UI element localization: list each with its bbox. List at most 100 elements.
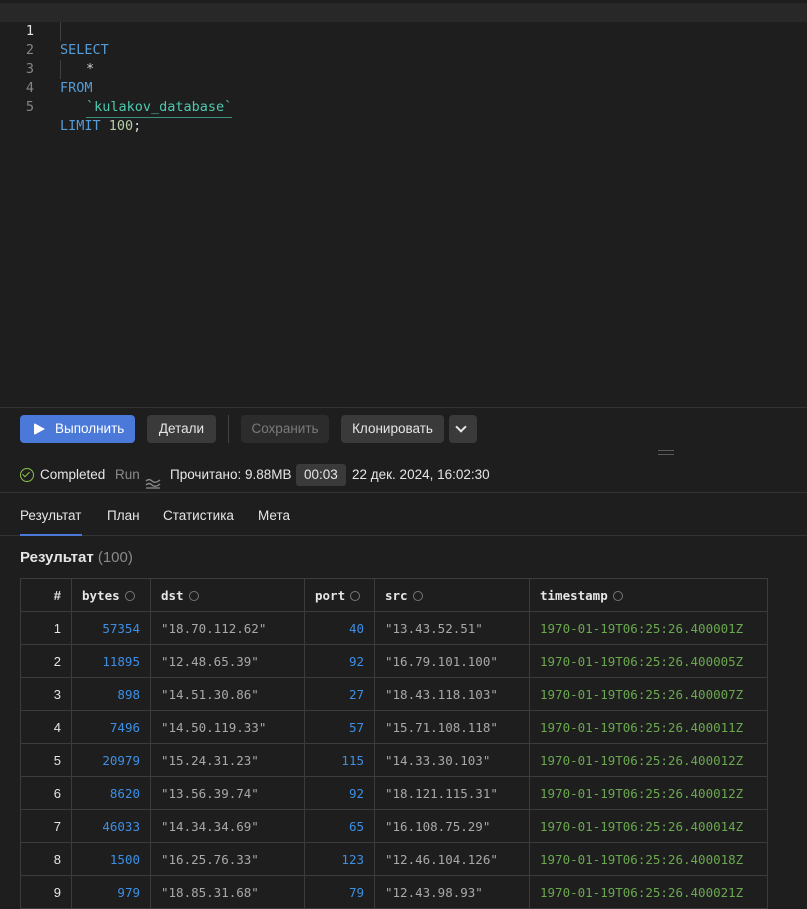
cell-bytes[interactable]: 898 (71, 677, 151, 711)
cell-port[interactable]: 40 (304, 611, 375, 645)
cell-src[interactable]: "12.43.98.93" (374, 875, 530, 909)
info-icon[interactable] (188, 590, 199, 601)
editor-line[interactable]: 5 LIMIT 100; (0, 79, 807, 134)
cell-src[interactable]: "12.46.104.126" (374, 842, 530, 876)
cell-port[interactable]: 27 (304, 677, 375, 711)
cell-port[interactable]: 92 (304, 776, 375, 810)
cell-dst[interactable]: "13.56.39.74" (150, 776, 305, 810)
cell-timestamp[interactable]: 1970-01-19T06:25:26.400005Z (529, 644, 768, 678)
cell-port[interactable]: 65 (304, 809, 375, 843)
clone-button[interactable]: Клонировать (341, 415, 444, 443)
cell-index[interactable]: 1 (20, 611, 72, 645)
table-row[interactable]: 2 11895 "12.48.65.39" 92 "16.79.101.100" 1970… (20, 644, 768, 678)
sql-limit-clause: LIMIT 100; (60, 117, 141, 136)
info-icon[interactable] (124, 590, 135, 601)
tab-meta[interactable]: Мета (258, 500, 290, 536)
play-icon (34, 423, 45, 435)
cell-timestamp[interactable]: 1970-01-19T06:25:26.400001Z (529, 611, 768, 645)
cell-bytes[interactable]: 20979 (71, 743, 151, 777)
cell-bytes[interactable]: 8620 (71, 776, 151, 810)
cell-dst[interactable]: "14.34.34.69" (150, 809, 305, 843)
table-row[interactable]: 8 1500 "16.25.76.33" 123 "12.46.104.126" 1970… (20, 842, 768, 876)
table-row[interactable]: 3 898 "14.51.30.86" 27 "18.43.118.103" 1970-0… (20, 677, 768, 711)
cell-port[interactable]: 123 (304, 842, 375, 876)
cell-timestamp[interactable]: 1970-01-19T06:25:26.400012Z (529, 743, 768, 777)
info-icon[interactable] (412, 590, 423, 601)
cell-dst[interactable]: "14.50.119.33" (150, 710, 305, 744)
cell-port[interactable]: 79 (304, 875, 375, 909)
cell-bytes[interactable]: 1500 (71, 842, 151, 876)
table-row[interactable]: 1 57354 "18.70.112.62" 40 "13.43.52.51" 1970-… (20, 611, 768, 645)
cell-src[interactable]: "16.108.75.29" (374, 809, 530, 843)
cell-timestamp[interactable]: 1970-01-19T06:25:26.400018Z (529, 842, 768, 876)
cell-index[interactable]: 2 (20, 644, 72, 678)
cell-timestamp[interactable]: 1970-01-19T06:25:26.400021Z (529, 875, 768, 909)
cell-timestamp[interactable]: 1970-01-19T06:25:26.400007Z (529, 677, 768, 711)
cell-index[interactable]: 8 (20, 842, 72, 876)
cell-bytes[interactable]: 7496 (71, 710, 151, 744)
cell-src[interactable]: "15.71.108.118" (374, 710, 530, 744)
cell-bytes[interactable]: 11895 (71, 644, 151, 678)
query-toolbar: Выполнить Детали Сохранить Клонировать (0, 407, 807, 449)
cell-index[interactable]: 7 (20, 809, 72, 843)
more-options-button[interactable] (449, 415, 477, 443)
cell-timestamp[interactable]: 1970-01-19T06:25:26.400014Z (529, 809, 768, 843)
column-header-bytes[interactable]: bytes (71, 578, 151, 612)
cell-bytes[interactable]: 57354 (71, 611, 151, 645)
cell-index[interactable]: 9 (20, 875, 72, 909)
cell-port[interactable]: 115 (304, 743, 375, 777)
sql-keyword: LIMIT (60, 118, 101, 134)
column-header-src[interactable]: src (374, 578, 530, 612)
info-icon[interactable] (350, 590, 361, 601)
table-row[interactable]: 6 8620 "13.56.39.74" 92 "18.121.115.31" 1970-… (20, 776, 768, 810)
cell-dst[interactable]: "15.24.31.23" (150, 743, 305, 777)
status-state: Completed (40, 467, 106, 482)
cell-src[interactable]: "18.121.115.31" (374, 776, 530, 810)
sql-editor[interactable]: 1 SELECT 2 * 3 FROM 4 `kulakov_database`… (0, 0, 807, 407)
column-header-timestamp[interactable]: timestamp (529, 578, 768, 612)
cell-dst[interactable]: "14.51.30.86" (150, 677, 305, 711)
stats-wave-icon[interactable] (145, 468, 161, 489)
status-read-bytes: Прочитано: 9.88MB (170, 467, 292, 482)
run-button[interactable]: Выполнить (20, 415, 135, 443)
cell-timestamp[interactable]: 1970-01-19T06:25:26.400012Z (529, 776, 768, 810)
editor-line[interactable]: 4 `kulakov_database` (0, 60, 807, 118)
cell-src[interactable]: "14.33.30.103" (374, 743, 530, 777)
tab-result[interactable]: Результат (20, 500, 82, 536)
cell-index[interactable]: 3 (20, 677, 72, 711)
column-header-index[interactable]: # (20, 578, 72, 612)
editor-line[interactable]: 2 * (0, 22, 807, 77)
cell-src[interactable]: "13.43.52.51" (374, 611, 530, 645)
editor-line[interactable]: 1 SELECT (0, 3, 807, 58)
details-button[interactable]: Детали (147, 415, 216, 443)
cell-index[interactable]: 5 (20, 743, 72, 777)
column-header-dst[interactable]: dst (150, 578, 305, 612)
cell-dst[interactable]: "18.85.31.68" (150, 875, 305, 909)
cell-src[interactable]: "18.43.118.103" (374, 677, 530, 711)
tab-plan[interactable]: План (107, 500, 140, 536)
resize-handle[interactable] (658, 450, 674, 455)
cell-src[interactable]: "16.79.101.100" (374, 644, 530, 678)
tab-statistics[interactable]: Статистика (163, 500, 234, 536)
chevron-down-icon (455, 421, 467, 433)
cell-bytes[interactable]: 979 (71, 875, 151, 909)
editor-line[interactable]: 3 FROM (0, 41, 807, 96)
cell-port[interactable]: 57 (304, 710, 375, 744)
column-header-port[interactable]: port (304, 578, 375, 612)
cell-dst[interactable]: "16.25.76.33" (150, 842, 305, 876)
table-row[interactable]: 4 7496 "14.50.119.33" 57 "15.71.108.118" 1970… (20, 710, 768, 744)
info-icon[interactable] (612, 590, 623, 601)
table-row[interactable]: 7 46033 "14.34.34.69" 65 "16.108.75.29" 1970-… (20, 809, 768, 843)
table-identifier[interactable]: `kulakov_database` (86, 98, 233, 118)
save-button[interactable]: Сохранить (241, 415, 329, 443)
cell-bytes[interactable]: 46033 (71, 809, 151, 843)
cell-dst[interactable]: "18.70.112.62" (150, 611, 305, 645)
cell-timestamp[interactable]: 1970-01-19T06:25:26.400011Z (529, 710, 768, 744)
cell-index[interactable]: 6 (20, 776, 72, 810)
cell-index[interactable]: 4 (20, 710, 72, 744)
status-mode: Run (115, 467, 140, 482)
cell-dst[interactable]: "12.48.65.39" (150, 644, 305, 678)
table-row[interactable]: 9 979 "18.85.31.68" 79 "12.43.98.93" 1970-01-… (20, 875, 768, 909)
table-row[interactable]: 5 20979 "15.24.31.23" 115 "14.33.30.103" 1970… (20, 743, 768, 777)
cell-port[interactable]: 92 (304, 644, 375, 678)
